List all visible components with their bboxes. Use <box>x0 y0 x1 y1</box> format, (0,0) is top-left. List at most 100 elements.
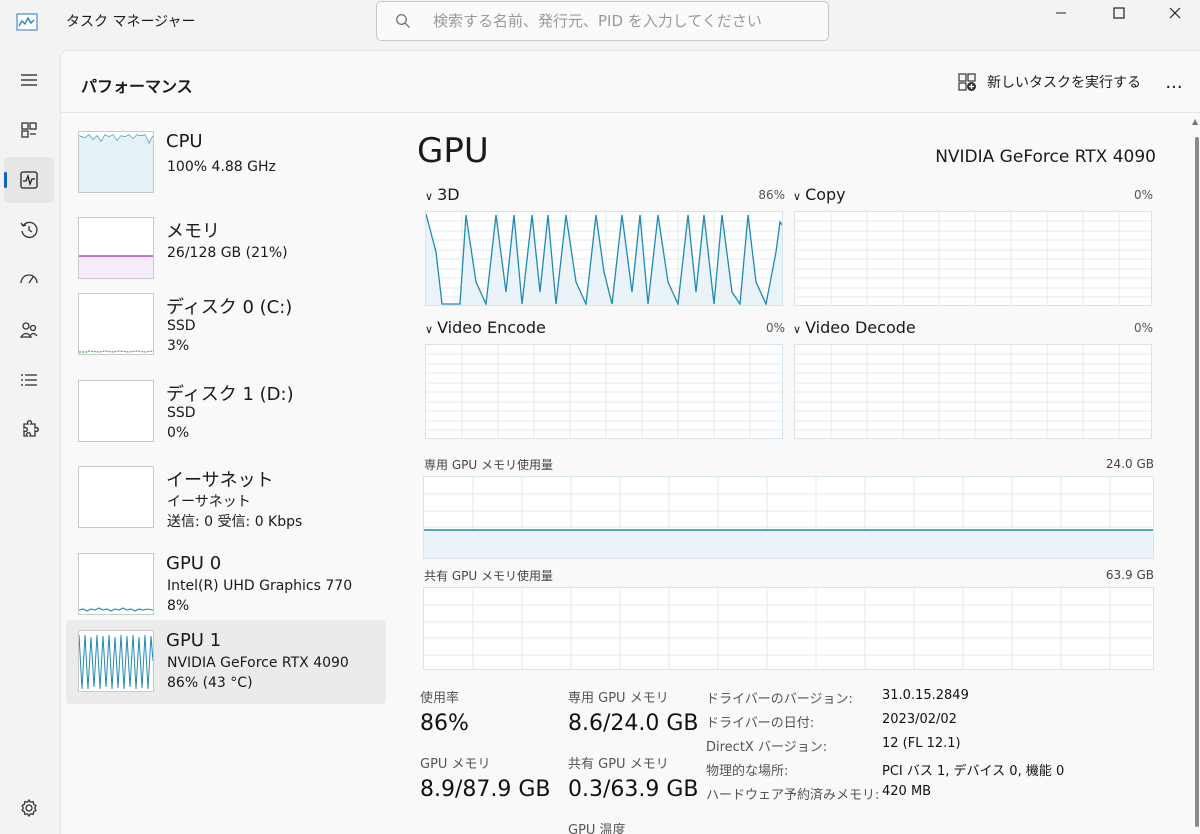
device-type: SSD <box>167 318 196 334</box>
services-puzzle-icon <box>23 420 39 437</box>
startup-gauge-icon <box>20 274 38 284</box>
engine-label: 3D <box>437 185 460 204</box>
nav-startup-apps[interactable] <box>4 257 54 303</box>
gpu-temperature-label: GPU 温度 <box>568 823 626 834</box>
device-name: イーサネット <box>166 470 274 491</box>
nav-services[interactable] <box>4 407 54 453</box>
info-key: ドライバーのバージョン: <box>706 692 853 707</box>
info-value: PCI バス 1, デバイス 0, 機能 0 <box>882 764 1065 779</box>
more-options-button[interactable]: ... <box>1159 67 1189 97</box>
utilization-label: 使用率 <box>420 691 460 706</box>
cpu-thumbnail-graph <box>78 131 154 193</box>
engine-video-encode-graph-svg <box>426 345 782 438</box>
shared-memory-graph <box>423 587 1154 670</box>
hamburger-icon <box>21 74 37 86</box>
nav-users[interactable] <box>4 307 54 353</box>
device-type: SSD <box>167 405 196 421</box>
device-name: メモリ <box>166 221 220 242</box>
engine-video-decode-selector[interactable]: ∨ Video Decode <box>793 318 916 337</box>
device-ethernet[interactable]: イーサネット イーサネット 送信: 0 受信: 0 Kbps <box>66 456 386 540</box>
device-name: GPU 0 <box>166 553 222 574</box>
chevron-down-icon: ∨ <box>425 190 434 203</box>
gpu-model: NVIDIA GeForce RTX 4090 <box>935 147 1156 167</box>
run-task-icon <box>958 73 976 91</box>
device-memory[interactable]: メモリ 26/128 GB (21%) <box>66 207 386 291</box>
dedicated-gpu-memory-value: 8.6/24.0 GB <box>568 711 699 736</box>
gpu0-thumbnail-graph <box>78 553 154 615</box>
nav-app-history[interactable] <box>4 207 54 253</box>
hamburger-menu-button[interactable] <box>4 57 54 103</box>
chevron-down-icon: ∨ <box>793 190 802 203</box>
app-title: タスク マネージャー <box>66 14 196 30</box>
vertical-scrollbar[interactable] <box>1195 137 1199 827</box>
maximize-button[interactable] <box>1090 0 1148 26</box>
nav-settings[interactable] <box>4 785 54 831</box>
engine-video-encode-selector[interactable]: ∨ Video Encode <box>425 318 546 337</box>
scroll-up-arrow[interactable]: ▲ <box>1192 117 1198 126</box>
device-gpu-0[interactable]: GPU 0 Intel(R) UHD Graphics 770 8% <box>66 543 386 627</box>
dedicated-gpu-memory-label: 専用 GPU メモリ <box>568 691 669 706</box>
dedicated-memory-graph-svg <box>424 477 1153 558</box>
gpu1-thumbnail-graph <box>78 630 154 692</box>
processes-icon <box>21 122 37 138</box>
info-key: ハードウェア予約済みメモリ: <box>706 788 880 803</box>
active-indicator <box>4 172 7 188</box>
info-value: 2023/02/02 <box>882 712 957 727</box>
minimize-icon <box>1056 12 1066 14</box>
nav-processes[interactable] <box>4 107 54 153</box>
shared-memory-max: 63.9 GB <box>1105 568 1154 582</box>
engine-copy-graph-svg <box>795 212 1151 305</box>
utilization-value: 86% <box>420 711 469 736</box>
disk1-thumbnail-graph <box>78 380 154 442</box>
device-disk-0[interactable]: ディスク 0 (C:) SSD 3% <box>66 283 386 367</box>
engine-video-decode-graph-svg <box>795 345 1151 438</box>
maximize-icon <box>1113 7 1125 19</box>
main-panel: パフォーマンス 新しいタスクを実行する ... CPU 100% 4.88 GH… <box>60 50 1200 834</box>
info-value: 420 MB <box>882 784 932 799</box>
dedicated-memory-graph <box>423 476 1154 559</box>
history-icon <box>20 221 38 239</box>
device-name: GPU 1 <box>166 630 222 651</box>
close-icon <box>1169 7 1181 19</box>
engine-pct: 0% <box>1133 321 1153 335</box>
info-key: 物理的な場所: <box>706 764 789 779</box>
shared-gpu-memory-value: 0.3/63.9 GB <box>568 777 699 802</box>
shared-memory-label: 共有 GPU メモリ使用量 <box>424 569 553 583</box>
device-name: ディスク 0 (C:) <box>166 297 293 318</box>
search-input[interactable] <box>433 9 813 33</box>
settings-gear-icon <box>21 798 37 818</box>
engine-copy-selector[interactable]: ∨ Copy <box>793 185 846 204</box>
device-cpu[interactable]: CPU 100% 4.88 GHz <box>66 121 386 205</box>
device-type: イーサネット <box>167 494 251 510</box>
shared-gpu-memory-label: 共有 GPU メモリ <box>568 757 669 772</box>
gpu-memory-label: GPU メモリ <box>420 757 491 772</box>
engine-3d-graph-svg <box>426 212 782 305</box>
engine-3d-graph <box>425 211 783 306</box>
users-icon <box>19 322 38 338</box>
minimize-button[interactable] <box>1032 0 1090 26</box>
info-value: 12 (FL 12.1) <box>882 736 961 751</box>
engine-copy-graph <box>794 211 1152 306</box>
device-usage: 8% <box>167 598 190 614</box>
nav-details[interactable] <box>4 357 54 403</box>
run-new-task-button[interactable]: 新しいタスクを実行する <box>957 67 1141 97</box>
device-gpu-1[interactable]: GPU 1 NVIDIA GeForce RTX 4090 86% (43 °C… <box>66 620 386 704</box>
device-name: ディスク 1 (D:) <box>166 384 294 405</box>
chevron-down-icon: ∨ <box>793 323 802 336</box>
search-icon <box>396 14 410 28</box>
engine-3d-selector[interactable]: ∨ 3D <box>425 185 460 204</box>
title-bar: タスク マネージャー <box>0 0 1200 48</box>
device-disk-1[interactable]: ディスク 1 (D:) SSD 0% <box>66 370 386 454</box>
close-button[interactable] <box>1146 0 1200 26</box>
device-throughput: 送信: 0 受信: 0 Kbps <box>167 514 303 530</box>
device-usage: 3% <box>167 338 190 354</box>
search-box[interactable] <box>376 1 829 41</box>
gpu-title: GPU <box>417 131 489 171</box>
device-type: NVIDIA GeForce RTX 4090 <box>167 655 349 671</box>
dedicated-memory-max: 24.0 GB <box>1105 457 1154 471</box>
engine-pct: 0% <box>1133 188 1153 202</box>
chevron-down-icon: ∨ <box>425 323 434 336</box>
nav-performance[interactable] <box>4 157 54 203</box>
info-value: 31.0.15.2849 <box>882 688 969 703</box>
device-detail: 26/128 GB (21%) <box>167 245 288 261</box>
